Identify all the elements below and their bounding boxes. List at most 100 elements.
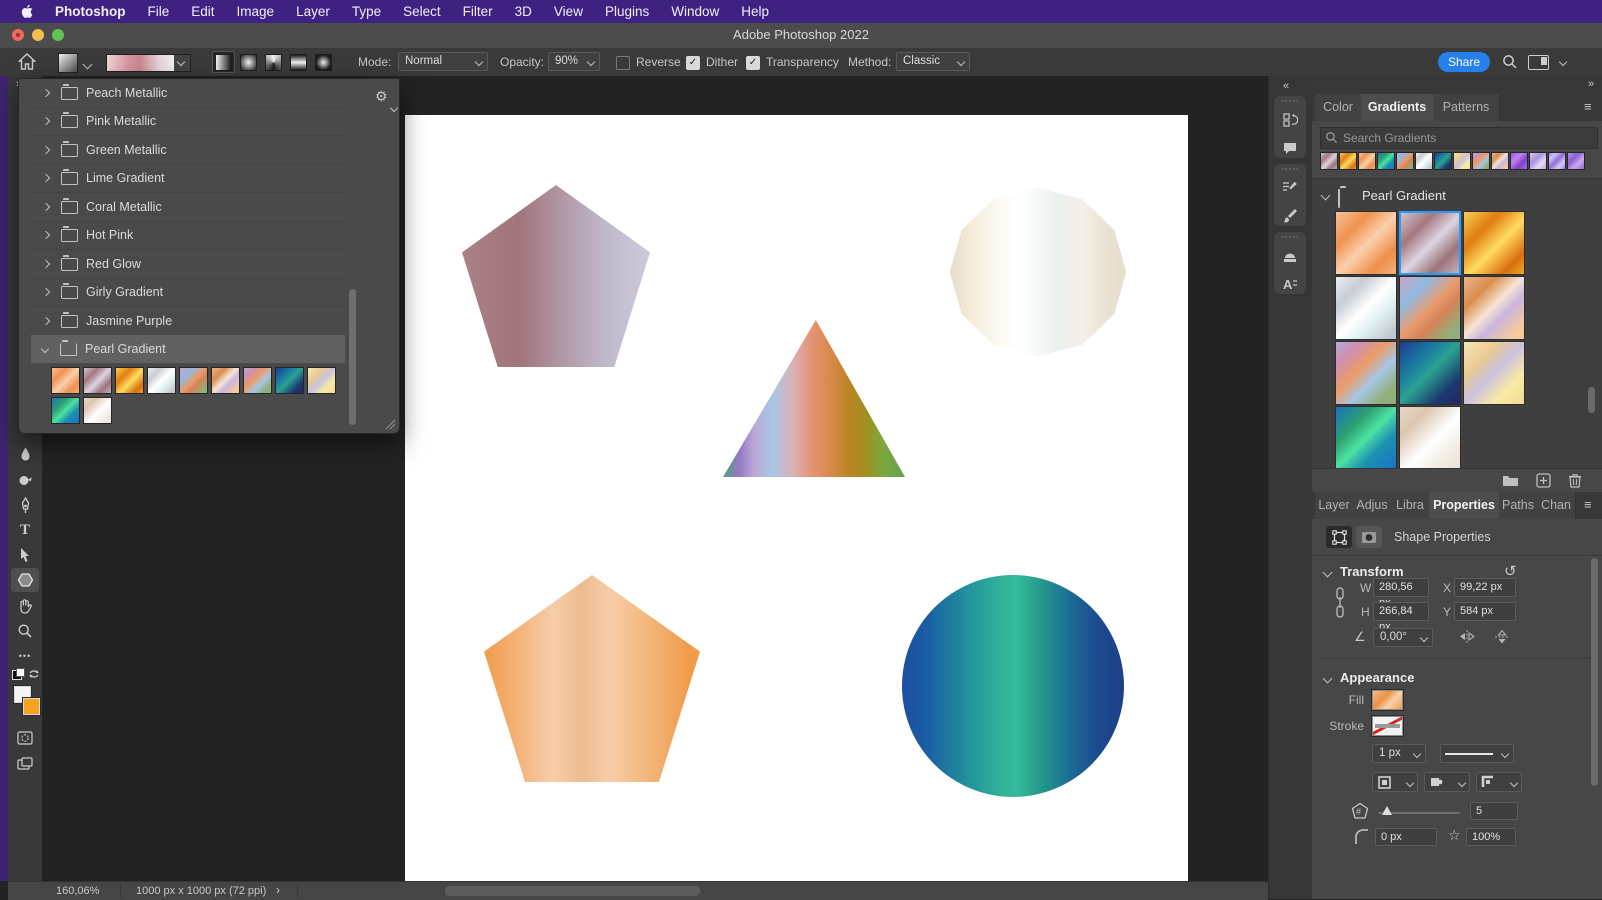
workspace-icon[interactable] [1528,55,1549,70]
tab-color[interactable]: Color [1315,94,1362,121]
recent-gradient-swatch[interactable] [1453,152,1471,170]
popup-swatch-11[interactable] [83,397,112,424]
popup-swatch-5[interactable] [179,367,208,394]
gear-icon[interactable]: ⚙ [375,88,388,105]
transparency-checkbox[interactable]: ✓ [746,56,760,70]
pearl-swatch-10[interactable] [1335,406,1397,470]
tab-channels[interactable]: Chan [1537,492,1576,519]
height-input[interactable]: 266,84 px [1373,602,1429,633]
recent-gradient-swatch[interactable] [1567,152,1585,170]
document-canvas[interactable] [405,115,1188,881]
tab-layers[interactable]: Layer [1315,492,1354,519]
pearl-swatch-7[interactable] [1335,341,1397,405]
dock-collapse-icon[interactable]: « [1283,80,1289,92]
popup-resize-grip[interactable] [385,419,396,430]
menu-layer[interactable]: Layer [285,0,341,23]
flip-horizontal-icon[interactable] [1458,629,1476,644]
popup-swatch-4[interactable] [147,367,176,394]
pearl-swatch-3[interactable] [1463,211,1525,275]
hand-tool[interactable] [11,594,39,618]
shape-pentagon-orange[interactable] [484,575,700,782]
document-info[interactable]: 1000 px x 1000 px (72 ppi) [136,882,266,900]
popup-swatch-6[interactable] [211,367,240,394]
menu-photoshop[interactable]: Photoshop [44,0,137,23]
pearl-swatch-4[interactable] [1335,276,1397,340]
swap-colors-icon[interactable] [28,668,40,680]
mode-dropdown[interactable]: Normal [398,52,488,71]
apple-icon[interactable] [20,4,34,19]
recent-gradient-swatch[interactable] [1396,152,1414,170]
menu-3d[interactable]: 3D [504,0,543,23]
pearl-swatch-5[interactable] [1399,276,1461,340]
folder-row-pearl-gradient-selected[interactable]: Pearl Gradient [31,335,345,363]
recent-gradient-swatch[interactable] [1415,152,1433,170]
recent-gradient-swatch[interactable] [1358,152,1376,170]
screen-mode-icon[interactable] [11,752,39,776]
popup-swatch-9[interactable] [307,367,336,394]
shape-pentagon-mauve[interactable] [462,185,650,367]
shape-circle-blue-teal[interactable] [902,575,1124,797]
folder-row-girly-gradient[interactable]: Girly Gradient [31,278,345,307]
menu-type[interactable]: Type [341,0,392,23]
gradient-preview-swatch[interactable] [106,54,176,72]
folder-row-coral-metallic[interactable]: Coral Metallic [31,193,345,222]
method-dropdown[interactable]: Classic [896,52,970,71]
clone-source-icon[interactable] [1274,242,1306,270]
x-input[interactable]: 99,22 px [1454,578,1516,597]
y-input[interactable]: 584 px [1454,602,1516,621]
pen-tool[interactable] [11,493,39,517]
tab-adjustments[interactable]: Adjus [1353,492,1392,519]
new-group-folder-icon[interactable] [1502,474,1519,487]
opacity-dropdown[interactable]: 90% [548,52,600,71]
status-chevron-icon[interactable]: › [276,883,280,897]
shape-dodecagon-pearl[interactable] [949,187,1127,357]
folder-row-red-glow[interactable]: Red Glow [31,250,345,279]
menu-file[interactable]: File [137,0,181,23]
properties-scrollbar[interactable] [1591,558,1598,786]
edit-toolbar-icon[interactable]: ••• [11,644,39,668]
reflected-gradient-type-button[interactable] [287,51,310,73]
panel-expand-icon[interactable]: » [1588,78,1594,90]
angle-gradient-type-button[interactable] [262,51,285,73]
type-tool[interactable]: T [11,518,39,542]
zoom-tool[interactable] [11,619,39,643]
mask-properties-icon[interactable] [1356,526,1382,548]
character-panel-icon[interactable]: A [1274,270,1306,298]
stroke-swatch-none[interactable] [1372,716,1403,736]
folder-row-pink-metallic[interactable]: Pink Metallic [31,107,345,136]
stroke-align-dropdown[interactable] [1372,772,1418,792]
new-gradient-icon[interactable] [1536,473,1551,488]
linear-gradient-type-button[interactable] [212,51,235,73]
sides-slider-thumb[interactable] [1382,806,1392,815]
folder-row-green-metallic[interactable]: Green Metallic [31,136,345,165]
recent-gradient-swatch[interactable] [1434,152,1452,170]
gradient-search-field[interactable]: Search Gradients [1320,127,1598,149]
default-colors-icon[interactable] [12,668,25,680]
blur-tool[interactable] [11,442,39,466]
diamond-gradient-type-button[interactable] [312,51,335,73]
background-color-swatch[interactable] [23,698,40,715]
sides-value-input[interactable]: 5 [1470,802,1518,820]
brush-settings-icon[interactable] [1274,174,1306,202]
menu-select[interactable]: Select [392,0,452,23]
shape-triangle-rainbow[interactable] [723,320,905,477]
tab-properties[interactable]: Properties [1429,492,1500,519]
popup-scrollbar[interactable] [349,289,356,425]
gradients-scrollbar[interactable] [1588,387,1595,413]
corner-radius-input[interactable]: 0 px [1375,828,1437,846]
delete-gradient-trash-icon[interactable] [1568,473,1582,488]
menu-help[interactable]: Help [730,0,780,23]
reverse-checkbox[interactable] [616,56,630,70]
gradients-panel-menu-icon[interactable]: ≡ [1584,99,1592,114]
pearl-swatch-11[interactable] [1399,406,1461,470]
home-icon[interactable] [18,53,36,70]
transform-collapse-icon[interactable] [1322,567,1333,578]
recent-gradient-swatch[interactable] [1320,152,1338,170]
brushes-icon[interactable] [1274,202,1306,230]
horizontal-scrollbar[interactable] [445,886,700,896]
menu-window[interactable]: Window [660,0,730,23]
folder-row-lime-gradient[interactable]: Lime Gradient [31,164,345,193]
properties-panel-menu-icon[interactable]: ≡ [1584,497,1592,512]
path-selection-tool[interactable] [11,543,39,567]
gradient-folder-name[interactable]: Pearl Gradient [1362,188,1446,203]
